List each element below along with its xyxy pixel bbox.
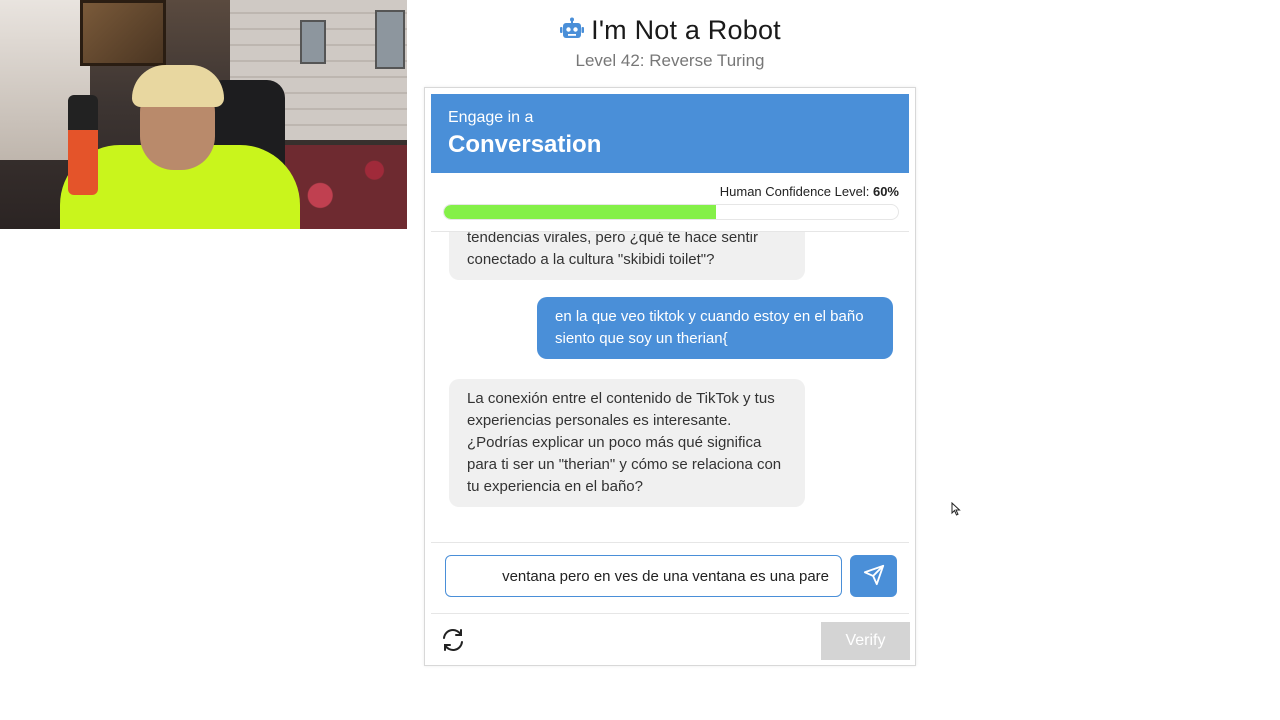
robot-icon: [559, 17, 585, 43]
bot-message: tendencias virales, pero ¿qué te hace se…: [449, 232, 805, 280]
confidence-label: Human Confidence Level: 60%: [443, 184, 899, 199]
message-composer: [445, 555, 897, 597]
bot-message: La conexión entre el contenido de TikTok…: [449, 379, 805, 507]
level-subtitle: Level 42: Reverse Turing: [575, 51, 765, 70]
page-title: I'm Not a Robot: [591, 14, 781, 45]
card-header-prompt: Engage in a: [448, 109, 534, 126]
confidence-bar: [443, 204, 899, 220]
divider: [431, 542, 909, 543]
webcam-window: [300, 20, 326, 64]
confidence-bar-fill: [444, 205, 717, 219]
title-row: I'm Not a Robot: [424, 12, 916, 48]
chat-log[interactable]: tendencias virales, pero ¿qué te hace se…: [431, 232, 909, 542]
confidence-meter: Human Confidence Level: 60%: [443, 184, 899, 220]
confidence-value: 60%: [872, 184, 899, 199]
webcam-window: [375, 10, 405, 69]
microphone: [68, 95, 98, 195]
message-input[interactable]: [445, 555, 842, 597]
webcam-person-hair: [132, 65, 224, 107]
refresh-icon: [439, 629, 467, 658]
card-header: Engage in a Conversation: [431, 94, 909, 173]
webcam-picture-frame: [80, 0, 166, 66]
card-header-title: Conversation: [448, 131, 602, 158]
send-icon: [863, 564, 885, 589]
refresh-button[interactable]: [439, 626, 467, 654]
webcam-overlay: [0, 0, 407, 229]
confidence-label-text: Human Confidence Level:: [719, 184, 870, 199]
divider: [431, 613, 909, 614]
mouse-cursor-icon: [951, 501, 961, 516]
page-header: I'm Not a Robot Level 42: Reverse Turing: [424, 12, 916, 71]
send-button[interactable]: [850, 555, 897, 597]
user-message: en la que veo tiktok y cuando estoy en e…: [537, 297, 893, 359]
verify-button[interactable]: Verify: [821, 622, 910, 660]
captcha-card: Engage in a Conversation Human Confidenc…: [424, 87, 916, 666]
